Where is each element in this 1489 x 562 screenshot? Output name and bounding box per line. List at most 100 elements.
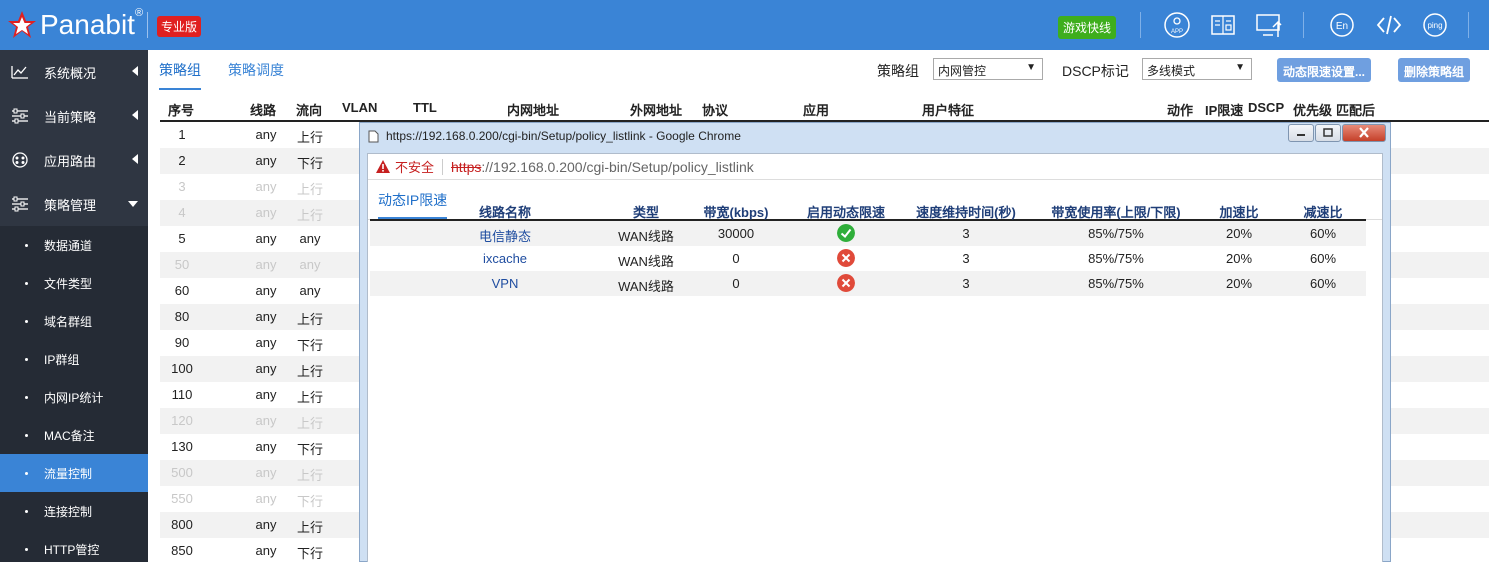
edition-badge: 专业版 <box>157 16 202 37</box>
table-body: 电信静态 WAN线路 30000 3 85%/75% 20% 60% ixcache WAN线路… <box>370 221 1366 296</box>
sidebar-subitem-traffic-control[interactable]: 流量控制 <box>0 454 148 492</box>
sidebar-subitem-lan-ip-stats[interactable]: 内网IP统计 <box>0 378 148 416</box>
table-cell-id: 500 <box>171 465 193 480</box>
table-cell-hold: 3 <box>962 251 970 266</box>
table-cell-id: 90 <box>174 335 190 350</box>
table-header: 序号 线路 流向 VLAN TTL 内网地址 外网地址 协议 应用 用户特征 动… <box>160 96 1489 122</box>
bullet <box>25 509 28 513</box>
sidebar-item-current-policy[interactable]: 当前策略 <box>0 94 148 138</box>
bullet <box>25 395 28 399</box>
column-header: VLAN <box>342 100 378 115</box>
minimize-button[interactable] <box>1288 124 1314 142</box>
sidebar-item-overview[interactable]: 系统概况 <box>0 50 148 94</box>
table-cell-line: any <box>255 491 277 506</box>
report-icon[interactable] <box>1209 11 1237 39</box>
column-header: 线路名称 <box>478 205 531 220</box>
panabit-logo-icon <box>8 11 36 38</box>
tab-policy-group[interactable]: 策略组 <box>159 60 201 90</box>
chevron-left-icon <box>132 154 138 164</box>
table-cell-type: WAN线路 <box>618 254 674 269</box>
sidebar-item-label: 应用路由 <box>44 153 97 169</box>
x-circle-icon[interactable] <box>837 249 855 267</box>
x-circle-icon[interactable] <box>837 274 855 292</box>
header-divider <box>147 12 148 38</box>
game-badge[interactable]: 游戏快线 <box>1058 16 1117 39</box>
sidebar-subitem-label: 域名群组 <box>44 314 93 329</box>
column-header: 线路 <box>250 103 277 118</box>
dynamic-limit-button[interactable]: 动态限速设置... <box>1277 58 1372 82</box>
sidebar-subitem-ip-group[interactable]: IP群组 <box>0 340 148 378</box>
table-cell-dir: 下行 <box>296 442 323 457</box>
table-cell-id: 550 <box>171 491 193 506</box>
sliders-icon <box>12 108 28 124</box>
sidebar-subitem-http-control[interactable]: HTTP管控 <box>0 530 148 562</box>
table-cell-line: any <box>255 205 277 220</box>
table-cell-type: WAN线路 <box>618 279 674 294</box>
tab-bar: 策略组 策略调度 策略组 内网管控 ▼ DSCP标记 多线模式 ▼ 动态限速设置… <box>148 50 1489 92</box>
dscp-select[interactable]: 多线模式 ▼ <box>1142 58 1252 80</box>
window-title: https://192.168.0.200/cgi-bin/Setup/poli… <box>386 129 741 143</box>
policy-group-label: 策略组 <box>877 63 919 79</box>
sidebar-subitem-label: 文件类型 <box>44 276 93 291</box>
sidebar-subitem-mac-notes[interactable]: MAC备注 <box>0 416 148 454</box>
insecure-indicator[interactable]: 不安全 <box>376 157 434 176</box>
table-cell-id: 800 <box>171 517 193 532</box>
column-header: 速度维持时间(秒) <box>916 205 1016 220</box>
svg-text:ping: ping <box>1427 21 1442 30</box>
table-row[interactable]: ixcache WAN线路 0 3 85%/75% 20% 60% <box>370 246 1366 271</box>
table-cell-dir: 下行 <box>296 338 323 353</box>
bullet <box>25 281 28 285</box>
sidebar-subitem-file-type[interactable]: 文件类型 <box>0 264 148 302</box>
sidebar-subitem-connection-control[interactable]: 连接控制 <box>0 492 148 530</box>
line-name-link[interactable]: 电信静态 <box>430 226 580 245</box>
table-cell-up: 20% <box>1225 251 1253 266</box>
line-name-link[interactable]: ixcache <box>430 251 580 266</box>
table-cell-dir: 上行 <box>296 364 323 379</box>
table-cell-id: 100 <box>171 361 193 376</box>
column-header: 外网地址 <box>630 103 683 118</box>
code-icon[interactable] <box>1375 11 1403 39</box>
bullet <box>25 357 28 361</box>
app-icon[interactable]: APP <box>1163 11 1191 39</box>
sidebar-subitem-data-channel[interactable]: 数据通道 <box>0 226 148 264</box>
column-header: 用户特征 <box>922 103 975 118</box>
address-bar[interactable]: 不安全 https ://192.168.0.200/cgi-bin/Setup… <box>368 154 1382 180</box>
column-header: 启用动态限速 <box>806 205 885 220</box>
sidebar-item-app-routing[interactable]: 应用路由 <box>0 138 148 182</box>
tab-policy-schedule[interactable]: 策略调度 <box>228 60 284 88</box>
sidebar-item-label: 策略管理 <box>44 197 97 213</box>
table-cell-usage: 85%/75% <box>1088 251 1144 266</box>
svg-text:APP: APP <box>1171 29 1183 35</box>
ping-icon[interactable]: ping <box>1421 11 1449 39</box>
column-header: 匹配后 <box>1336 103 1376 118</box>
maximize-icon <box>1323 128 1333 137</box>
sidebar-subitem-domain-group[interactable]: 域名群组 <box>0 302 148 340</box>
top-bar: Panabit ® 专业版 游戏快线 APP En ping <box>0 0 1489 50</box>
url-path: ://192.168.0.200/cgi-bin/Setup/policy_li… <box>481 158 754 175</box>
column-header: 减速比 <box>1303 205 1343 220</box>
table-cell-hold: 3 <box>962 276 970 291</box>
bullet <box>25 243 28 247</box>
table-cell-dir: 上行 <box>296 208 323 223</box>
delete-policy-group-button[interactable]: 删除策略组 <box>1398 58 1471 82</box>
language-en-icon[interactable]: En <box>1328 11 1356 39</box>
table-cell-line: any <box>255 465 277 480</box>
header-divider <box>1468 12 1469 38</box>
table-row[interactable]: 电信静态 WAN线路 30000 3 85%/75% 20% 60% <box>370 221 1366 246</box>
table-cell-line: any <box>255 309 277 324</box>
page-icon <box>368 130 379 142</box>
sidebar-item-policy-management[interactable]: 策略管理 <box>0 182 148 226</box>
check-circle-icon[interactable] <box>837 224 855 242</box>
chrome-popup-window: https://192.168.0.200/cgi-bin/Setup/poli… <box>359 122 1391 562</box>
table-cell-line: any <box>255 257 277 272</box>
table-cell-id: 3 <box>178 179 186 194</box>
close-button[interactable] <box>1342 124 1386 142</box>
chevron-left-icon <box>132 110 138 120</box>
table-cell-bw: 0 <box>732 251 740 266</box>
maximize-button[interactable] <box>1315 124 1341 142</box>
policy-group-select[interactable]: 内网管控 ▼ <box>933 58 1043 80</box>
table-row[interactable]: VPN WAN线路 0 3 85%/75% 20% 60% <box>370 271 1366 296</box>
column-header: 类型 <box>632 205 659 220</box>
monitor-upload-icon[interactable] <box>1255 11 1283 39</box>
line-name-link[interactable]: VPN <box>430 276 580 291</box>
